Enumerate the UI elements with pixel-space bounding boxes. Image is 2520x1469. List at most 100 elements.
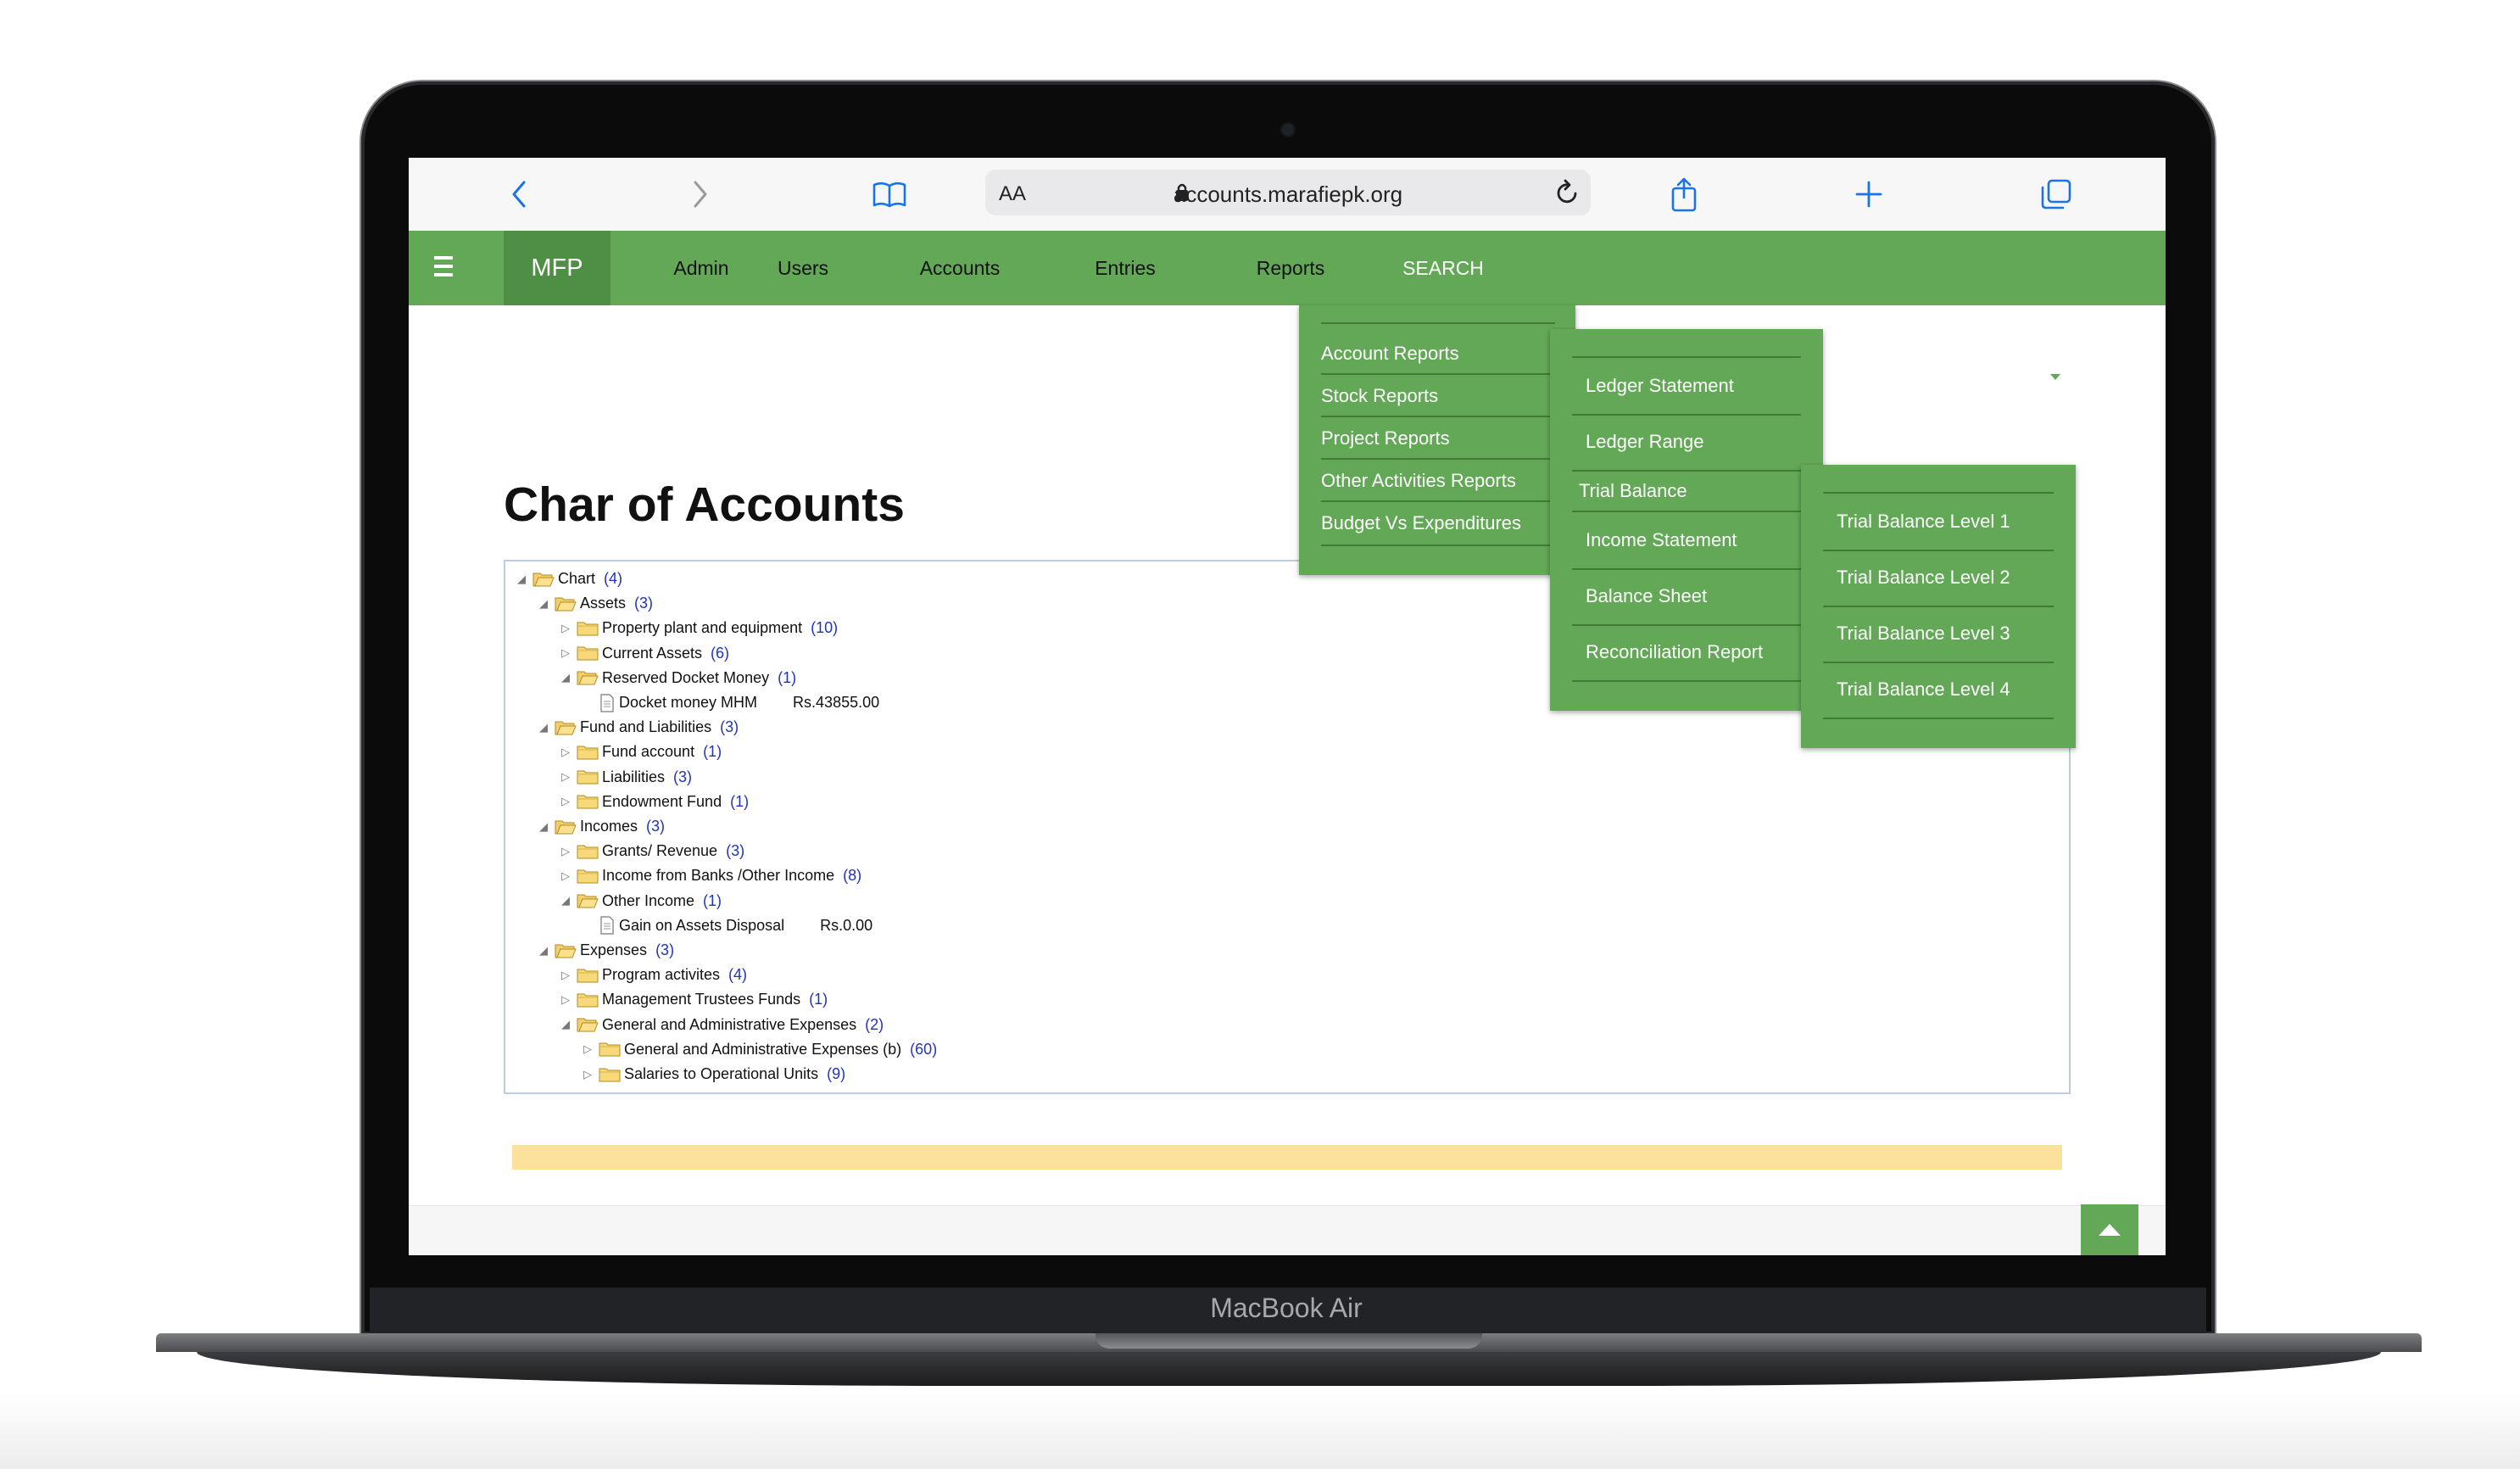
tree-node-label[interactable]: Incomes bbox=[580, 818, 638, 835]
expand-icon[interactable]: ▷ bbox=[555, 845, 577, 858]
tree-node-label[interactable]: Program activites bbox=[602, 966, 720, 984]
menu-project-reports[interactable]: Project Reports bbox=[1321, 427, 1450, 450]
nav-accounts[interactable]: Accounts bbox=[900, 231, 1019, 305]
tree-node-label[interactable]: Gain on Assets Disposal bbox=[619, 917, 784, 935]
share-icon[interactable] bbox=[1665, 176, 1703, 212]
tree-row[interactable]: ▷ Income from Banks /Other Income (8) bbox=[555, 863, 861, 888]
menu-other-activities-reports[interactable]: Other Activities Reports bbox=[1321, 470, 1516, 492]
expand-icon[interactable]: ▷ bbox=[577, 1042, 599, 1056]
tree-node-label[interactable]: Fund account bbox=[602, 743, 694, 761]
tree-row[interactable]: ◢ Fund and Liabilities (3) bbox=[532, 715, 739, 740]
tree-row[interactable]: ▷ Endowment Fund (1) bbox=[555, 790, 749, 814]
menu-trial-balance-level-3[interactable]: Trial Balance Level 3 bbox=[1837, 623, 2010, 645]
nav-reports[interactable]: Reports bbox=[1231, 231, 1350, 305]
tree-node-label[interactable]: Management Trustees Funds bbox=[602, 991, 800, 1008]
collapse-icon[interactable]: ◢ bbox=[555, 1018, 577, 1031]
tree-row[interactable]: ◢ Reserved Docket Money (1) bbox=[555, 666, 796, 690]
tree-node-label[interactable]: General and Administrative Expenses bbox=[602, 1016, 856, 1034]
folder-open-icon bbox=[555, 942, 577, 959]
file-icon bbox=[599, 693, 616, 712]
tree-row[interactable]: ◢ Chart (4) bbox=[510, 567, 622, 591]
menu-ledger-statement[interactable]: Ledger Statement bbox=[1586, 375, 1734, 397]
nav-search[interactable]: SEARCH bbox=[1384, 231, 1503, 305]
tree-node-label[interactable]: Current Assets bbox=[602, 645, 702, 662]
tree-node-label[interactable]: Liabilities bbox=[602, 768, 665, 786]
back-icon[interactable] bbox=[502, 176, 536, 212]
tree-row[interactable]: ◢ Other Income (1) bbox=[555, 889, 722, 913]
brand-logo[interactable]: MFP bbox=[504, 231, 610, 305]
tree-node-label[interactable]: Grants/ Revenue bbox=[602, 842, 717, 860]
expand-icon[interactable]: ▷ bbox=[555, 770, 577, 784]
tree-row[interactable]: ▷ Program activites (4) bbox=[555, 963, 747, 987]
menu-balance-sheet[interactable]: Balance Sheet bbox=[1586, 585, 1707, 607]
scroll-to-top-button[interactable] bbox=[2081, 1204, 2138, 1255]
tree-node-label[interactable]: Salaries to Operational Units bbox=[624, 1065, 818, 1083]
floor-shadow bbox=[0, 1391, 2520, 1469]
collapse-icon[interactable]: ◢ bbox=[532, 820, 555, 834]
tree-node-label[interactable]: Endowment Fund bbox=[602, 793, 722, 811]
tree-row[interactable]: ▷ Fund account (1) bbox=[555, 740, 722, 764]
expand-icon[interactable]: ▷ bbox=[555, 795, 577, 808]
collapse-icon[interactable]: ◢ bbox=[510, 573, 532, 586]
tree-row[interactable]: ◢ General and Administrative Expenses (2) bbox=[555, 1013, 884, 1037]
new-tab-icon[interactable] bbox=[1850, 176, 1887, 212]
menu-income-statement[interactable]: Income Statement bbox=[1586, 529, 1737, 551]
expand-icon[interactable]: ▷ bbox=[555, 993, 577, 1007]
expand-icon[interactable]: ▷ bbox=[555, 646, 577, 660]
tree-node-count: (1) bbox=[809, 991, 828, 1008]
tree-node-label[interactable]: Chart bbox=[558, 570, 595, 588]
tree-row[interactable]: ▷ General and Administrative Expenses (b)… bbox=[577, 1037, 937, 1062]
tree-row[interactable]: ▷ Property plant and equipment (10) bbox=[555, 616, 838, 640]
collapse-icon[interactable]: ◢ bbox=[555, 671, 577, 684]
tree-node-count: (1) bbox=[778, 668, 797, 686]
nav-users[interactable]: Users bbox=[748, 231, 858, 305]
collapse-icon[interactable]: ◢ bbox=[532, 944, 555, 958]
forward-icon[interactable] bbox=[683, 176, 717, 212]
tree-row[interactable]: ◢ Incomes (3) bbox=[532, 814, 665, 839]
tree-node-label[interactable]: Assets bbox=[580, 595, 626, 612]
menu-stock-reports[interactable]: Stock Reports bbox=[1321, 385, 1438, 407]
expand-icon[interactable]: ▷ bbox=[555, 746, 577, 759]
tree-row[interactable]: ▷ Management Trustees Funds (1) bbox=[555, 987, 828, 1012]
tree-node-count: (1) bbox=[730, 792, 750, 810]
address-bar[interactable]: AA accounts.marafiepk.org bbox=[985, 170, 1591, 215]
collapse-icon[interactable]: ◢ bbox=[532, 721, 555, 734]
tree-node-label[interactable]: Reserved Docket Money bbox=[602, 669, 769, 687]
menu-trial-balance-level-4[interactable]: Trial Balance Level 4 bbox=[1837, 679, 2010, 701]
nav-admin[interactable]: Admin bbox=[655, 231, 748, 305]
tree-row[interactable]: ▷ Liabilities (3) bbox=[555, 765, 692, 790]
bookmarks-icon[interactable] bbox=[870, 176, 909, 212]
tree-node-label[interactable]: Property plant and equipment bbox=[602, 619, 802, 637]
tree-row[interactable]: ▷ Grants/ Revenue (3) bbox=[555, 839, 744, 863]
dropdown-caret-icon[interactable] bbox=[2050, 374, 2060, 380]
menu-trial-balance-level-1[interactable]: Trial Balance Level 1 bbox=[1837, 511, 2010, 533]
collapse-icon[interactable]: ◢ bbox=[532, 597, 555, 611]
tree-row[interactable]: Gain on Assets Disposal Rs.0.00 bbox=[577, 913, 873, 938]
tabs-icon[interactable] bbox=[2037, 176, 2076, 212]
tree-row[interactable]: ▷ Salaries to Operational Units (9) bbox=[577, 1062, 845, 1086]
nav-entries[interactable]: Entries bbox=[1070, 231, 1180, 305]
tree-node-label[interactable]: General and Administrative Expenses (b) bbox=[624, 1041, 901, 1058]
expand-icon[interactable]: ▷ bbox=[555, 622, 577, 635]
expand-icon[interactable]: ▷ bbox=[577, 1068, 599, 1081]
menu-reconciliation-report[interactable]: Reconciliation Report bbox=[1586, 641, 1763, 663]
tree-row[interactable]: ▷ Current Assets (6) bbox=[555, 641, 729, 666]
tree-node-label[interactable]: Income from Banks /Other Income bbox=[602, 867, 834, 885]
expand-icon[interactable]: ▷ bbox=[555, 969, 577, 982]
tree-node-label[interactable]: Other Income bbox=[602, 892, 694, 910]
tree-row[interactable]: ◢ Expenses (3) bbox=[532, 938, 674, 963]
menu-trial-balance[interactable]: Trial Balance bbox=[1579, 480, 1687, 502]
collapse-icon[interactable]: ◢ bbox=[555, 894, 577, 908]
tree-row[interactable]: Docket money MHM Rs.43855.00 bbox=[577, 690, 879, 715]
tree-node-label[interactable]: Docket money MHM bbox=[619, 694, 757, 712]
tree-node-label[interactable]: Expenses bbox=[580, 941, 647, 959]
tree-node-label[interactable]: Fund and Liabilities bbox=[580, 718, 711, 736]
hamburger-menu-icon[interactable] bbox=[434, 256, 453, 276]
menu-trial-balance-level-2[interactable]: Trial Balance Level 2 bbox=[1837, 567, 2010, 589]
menu-budget-vs-expenditures[interactable]: Budget Vs Expenditures bbox=[1321, 512, 1521, 534]
reload-icon[interactable] bbox=[1553, 178, 1581, 211]
menu-ledger-range[interactable]: Ledger Range bbox=[1586, 431, 1703, 453]
tree-row[interactable]: ◢ Assets (3) bbox=[532, 591, 653, 616]
menu-account-reports[interactable]: Account Reports bbox=[1321, 343, 1459, 365]
expand-icon[interactable]: ▷ bbox=[555, 869, 577, 883]
